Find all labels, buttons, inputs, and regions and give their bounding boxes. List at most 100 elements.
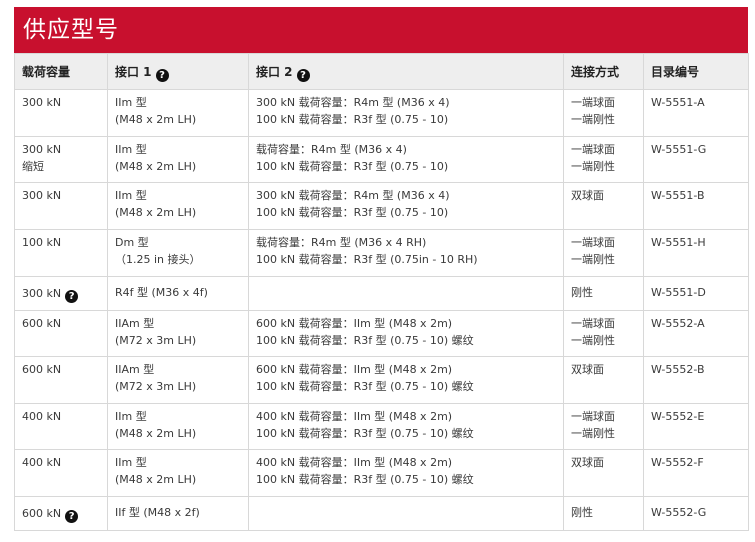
catalog-number-cell: W-5552-A <box>643 310 749 357</box>
capacity-cell-line: 600 kN <box>22 363 62 376</box>
interface-1-cell-line: (M48 x 2m LH) <box>115 159 197 173</box>
capacity-cell: 100 kN <box>14 229 108 277</box>
interface-2-cell <box>248 496 564 531</box>
interface-2-cell-line: 100 kN 载荷容量：R3f 型 (0.75 - 10) <box>256 112 449 126</box>
interface-2-cell-line: 载荷容量：R4m 型 (M36 x 4 RH) <box>256 236 427 249</box>
help-icon[interactable]: ? <box>65 510 79 523</box>
catalog-number-cell: W-5552-G <box>643 496 749 531</box>
connection-cell: 双球面 <box>563 356 644 404</box>
table-body: 300 kN IIm 型 (M48 x 2m LH) 300 kN 载荷容量：R4m … <box>14 89 749 531</box>
capacity-cell: 300 kN 缩短 <box>14 136 108 183</box>
header-catalog-number: 目录编号 <box>643 53 749 90</box>
capacity-cell-line: 300 kN <box>22 287 62 300</box>
table-row: 300 kN? R4f 型 (M36 x 4f) 刚性 W-5551-D <box>14 276 749 311</box>
capacity-cell-line: 300 kN <box>22 143 62 156</box>
interface-1-cell-line: IIm 型 <box>115 143 147 156</box>
connection-cell-line: 双球面 <box>571 456 604 469</box>
help-icon[interactable]: ? <box>65 290 79 303</box>
help-icon[interactable]: ? <box>296 69 310 82</box>
table-header-row: 载荷容量 接口 1? 接口 2? 连接方式 目录编号 <box>14 53 749 90</box>
interface-1-cell: IIAm 型 (M72 x 3m LH) <box>107 356 249 404</box>
connection-cell-line: 一端刚性 <box>571 159 615 173</box>
interface-2-cell: 300 kN 载荷容量：R4m 型 (M36 x 4) 100 kN 载荷容量：R… <box>248 89 564 137</box>
connection-cell-line: 一端刚性 <box>571 112 615 126</box>
catalog-number: W-5552-E <box>651 410 705 423</box>
interface-1-cell-line: (M72 x 3m LH) <box>115 333 197 347</box>
interface-1-cell: IIm 型 (M48 x 2m LH) <box>107 136 249 183</box>
connection-cell-line: 一端球面 <box>571 317 615 330</box>
connection-cell-line: 一端球面 <box>571 236 615 249</box>
capacity-cell: 600 kN? <box>14 496 108 531</box>
header-interface-1: 接口 1? <box>107 53 249 90</box>
interface-1-cell-line: (M48 x 2m LH) <box>115 426 197 440</box>
interface-1-cell-line: (M48 x 2m LH) <box>115 112 197 126</box>
interface-1-cell: IIm 型 (M48 x 2m LH) <box>107 449 249 497</box>
interface-2-cell-line: 100 kN 载荷容量：R3f 型 (0.75 - 10) 螺纹 <box>256 426 474 440</box>
header-interface-2: 接口 2? <box>248 53 564 90</box>
connection-cell-line: 一端球面 <box>571 143 615 156</box>
connection-cell-line: 一端刚性 <box>571 252 615 266</box>
connection-cell-line: 一端球面 <box>571 410 615 423</box>
catalog-number: W-5551-D <box>651 286 706 299</box>
interface-2-cell-line: 100 kN 载荷容量：R3f 型 (0.75 - 10) 螺纹 <box>256 379 474 393</box>
table-row: 300 kN IIm 型 (M48 x 2m LH) 300 kN 载荷容量：R4m … <box>14 89 749 137</box>
capacity-cell-line: 600 kN <box>22 507 62 520</box>
catalog-number-cell: W-5551-B <box>643 182 749 230</box>
interface-2-cell-line: 400 kN 载荷容量：IIm 型 (M48 x 2m) <box>256 456 453 469</box>
catalog-number-cell: W-5551-H <box>643 229 749 277</box>
interface-2-cell-line: 100 kN 载荷容量：R3f 型 (0.75 - 10) <box>256 205 449 219</box>
capacity-cell: 300 kN? <box>14 276 108 311</box>
help-icon[interactable]: ? <box>155 69 169 82</box>
catalog-number-cell: W-5551-D <box>643 276 749 311</box>
interface-2-cell: 400 kN 载荷容量：IIm 型 (M48 x 2m) 100 kN 载荷容量：… <box>248 403 564 450</box>
models-table: 载荷容量 接口 1? 接口 2? 连接方式 目录编号 300 kN IIm 型 (M… <box>14 53 749 531</box>
connection-cell-line: 双球面 <box>571 363 604 376</box>
connection-cell: 一端球面 一端刚性 <box>563 136 644 183</box>
section-title: 供应型号 <box>14 7 748 53</box>
capacity-cell-line: 600 kN <box>22 317 62 330</box>
capacity-cell-line: 300 kN <box>22 96 62 109</box>
catalog-number: W-5551-B <box>651 189 705 202</box>
connection-cell-line: 双球面 <box>571 189 604 202</box>
catalog-number: W-5551-H <box>651 236 706 249</box>
connection-cell-line: 刚性 <box>571 506 593 519</box>
interface-2-cell-line: 载荷容量：R4m 型 (M36 x 4) <box>256 143 407 156</box>
interface-1-cell: IIm 型 (M48 x 2m LH) <box>107 89 249 137</box>
catalog-number-cell: W-5551-A <box>643 89 749 137</box>
interface-1-cell: IIAm 型 (M72 x 3m LH) <box>107 310 249 357</box>
connection-cell-line: 一端球面 <box>571 96 615 109</box>
catalog-number: W-5552-F <box>651 456 704 469</box>
capacity-cell: 600 kN <box>14 356 108 404</box>
interface-2-cell: 600 kN 载荷容量：IIm 型 (M48 x 2m) 100 kN 载荷容量：… <box>248 356 564 404</box>
interface-2-cell <box>248 276 564 311</box>
interface-2-cell-line: 100 kN 载荷容量：R3f 型 (0.75 - 10) 螺纹 <box>256 333 474 347</box>
interface-1-cell: IIm 型 (M48 x 2m LH) <box>107 182 249 230</box>
interface-2-cell-line: 100 kN 载荷容量：R3f 型 (0.75 - 10) 螺纹 <box>256 472 474 486</box>
catalog-number-cell: W-5552-B <box>643 356 749 404</box>
connection-cell-line: 一端刚性 <box>571 333 615 347</box>
capacity-cell-line: 缩短 <box>22 159 44 173</box>
catalog-number: W-5551-G <box>651 143 707 156</box>
connection-cell: 一端球面 一端刚性 <box>563 310 644 357</box>
connection-cell: 刚性 <box>563 276 644 311</box>
table-row: 600 kN? IIf 型 (M48 x 2f) 刚性 W-5552-G <box>14 496 749 531</box>
interface-2-cell-line: 600 kN 载荷容量：IIm 型 (M48 x 2m) <box>256 317 453 330</box>
table-row: 100 kN Dm 型 （1.25 in 接头） 载荷容量：R4m 型 (M36 x … <box>14 229 749 277</box>
interface-1-cell-line: (M48 x 2m LH) <box>115 205 197 219</box>
capacity-cell-line: 300 kN <box>22 189 62 202</box>
interface-1-cell-line: (M72 x 3m LH) <box>115 379 197 393</box>
header-capacity: 载荷容量 <box>14 53 108 90</box>
connection-cell: 一端球面 一端刚性 <box>563 89 644 137</box>
table-row: 600 kN IIAm 型 (M72 x 3m LH) 600 kN 载荷容量：IIm… <box>14 310 749 357</box>
interface-1-cell-line: IIAm 型 <box>115 363 155 376</box>
connection-cell: 一端球面 一端刚性 <box>563 403 644 450</box>
catalog-number-cell: W-5552-E <box>643 403 749 450</box>
capacity-cell: 600 kN <box>14 310 108 357</box>
capacity-cell-line: 100 kN <box>22 236 62 249</box>
catalog-number: W-5552-G <box>651 506 707 519</box>
catalog-number-cell: W-5552-F <box>643 449 749 497</box>
interface-1-cell-line: IIm 型 <box>115 456 147 469</box>
interface-2-cell-line: 300 kN 载荷容量：R4m 型 (M36 x 4) <box>256 189 450 202</box>
interface-1-cell-line: IIf 型 (M48 x 2f) <box>115 506 200 519</box>
interface-1-cell: IIm 型 (M48 x 2m LH) <box>107 403 249 450</box>
